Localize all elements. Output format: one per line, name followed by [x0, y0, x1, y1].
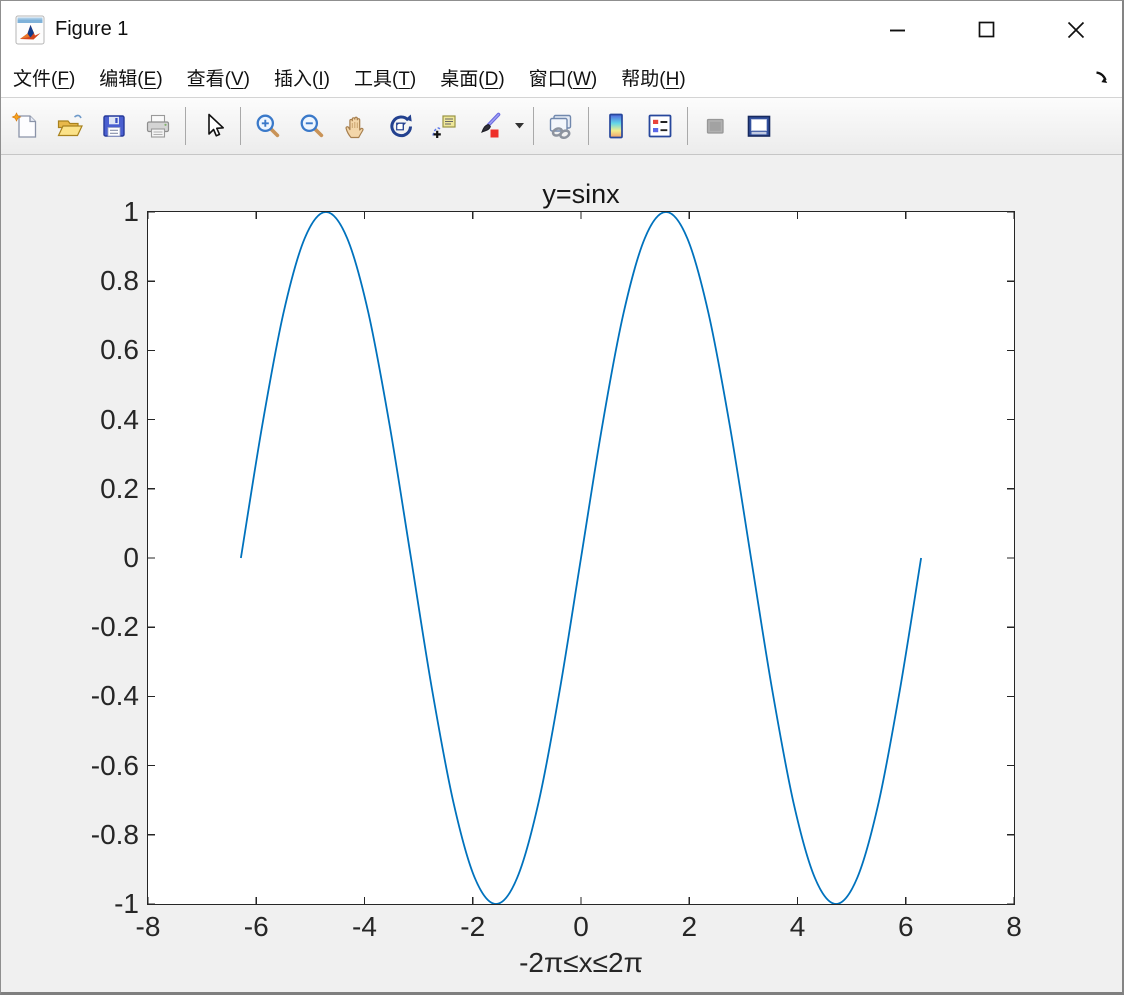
edit-plot-button[interactable] [191, 104, 235, 148]
y-tick-label: -0.8 [90, 818, 139, 850]
link-icon [549, 114, 572, 139]
y-tick-label: 0 [123, 542, 139, 573]
figure-window: Figure 1 文件(F) 编辑(E) 查看(V) 插入(I) 工具(T) 桌面(D) 窗… [0, 0, 1124, 995]
y-tick-label: 0.6 [100, 334, 139, 366]
menu-item-view[interactable]: 查看(V) [175, 61, 262, 94]
insert-colorbar-button[interactable] [594, 104, 638, 148]
zoom-out-icon [300, 114, 324, 138]
toolbar-separator [687, 107, 688, 145]
rotate-3d-icon [390, 114, 412, 138]
window-controls [853, 1, 1120, 58]
x-tick-label: -4 [352, 911, 377, 942]
hide-plot-tools-button[interactable] [693, 104, 737, 148]
zoom-in-button[interactable] [246, 104, 290, 148]
brush-data-button[interactable] [466, 104, 510, 148]
matlab-logo-icon [15, 15, 45, 44]
y-tick-label: 1 [123, 196, 139, 227]
x-tick-label: 0 [573, 911, 589, 942]
save-icon [103, 115, 125, 137]
sine-plot [148, 212, 1014, 904]
menu-items: 文件(F) 编辑(E) 查看(V) 插入(I) 工具(T) 桌面(D) 窗口(W) 帮助(H) [1, 61, 698, 94]
close-icon [1067, 21, 1084, 38]
data-cursor-button[interactable] [422, 104, 466, 148]
figure-canvas: y=sinx -1 -0.8 -0.6 -0.4 -0.2 0 0.2 0.4 0.6 0.8 1 … [1, 155, 1122, 992]
sine-curve [240, 212, 922, 904]
toolbar-separator [240, 107, 241, 145]
maximize-button[interactable] [942, 1, 1031, 58]
window-title: Figure 1 [55, 18, 129, 40]
y-tick-label: 0.2 [100, 472, 139, 504]
x-tick-label: -2 [460, 911, 486, 942]
menu-item-tools[interactable]: 工具(T) [342, 61, 428, 94]
zoom-in-icon [256, 114, 280, 138]
y-tick-label: 0.8 [100, 265, 139, 297]
save-figure-button[interactable] [92, 104, 136, 148]
open-file-button[interactable] [48, 104, 92, 148]
menu-item-window[interactable]: 窗口(W) [517, 61, 610, 94]
data-cursor-icon [432, 115, 456, 138]
menubar: 文件(F) 编辑(E) 查看(V) 插入(I) 工具(T) 桌面(D) 窗口(W) 帮助(H) [1, 58, 1122, 98]
x-axis-label: -2π≤x≤2π [519, 947, 643, 978]
hand-icon [345, 116, 364, 139]
brush-icon [481, 112, 501, 138]
toolbar-separator [185, 107, 186, 145]
x-tick-label: -8 [135, 911, 161, 942]
menu-item-file[interactable]: 文件(F) [1, 61, 87, 94]
new-file-icon [11, 112, 37, 138]
brush-dropdown-button[interactable] [510, 104, 528, 148]
hide-plot-tools-icon [706, 118, 724, 134]
minimize-icon [889, 29, 905, 31]
y-tick-label: -1 [114, 888, 139, 919]
new-figure-button[interactable] [4, 104, 48, 148]
printer-icon [146, 114, 170, 138]
colorbar-icon [609, 113, 623, 139]
x-tick-label: 6 [897, 911, 914, 942]
show-plot-tools-icon [747, 115, 771, 137]
pan-button[interactable] [334, 104, 378, 148]
minimize-button[interactable] [853, 1, 942, 58]
plot-title: y=sinx [542, 179, 620, 209]
rotate-3d-button[interactable] [378, 104, 422, 148]
y-tick-label: -0.2 [90, 611, 139, 643]
link-plot-button[interactable] [539, 104, 583, 148]
insert-legend-button[interactable] [638, 104, 682, 148]
menu-item-insert[interactable]: 插入(I) [262, 61, 342, 94]
zoom-out-button[interactable] [290, 104, 334, 148]
x-tick-label: -6 [243, 911, 269, 942]
caret-down-icon [514, 123, 524, 129]
dock-figure-icon [1096, 71, 1108, 83]
close-button[interactable] [1031, 1, 1120, 58]
open-folder-icon [57, 114, 83, 137]
titlebar[interactable]: Figure 1 [1, 1, 1122, 58]
y-tick-label: -0.6 [90, 749, 139, 781]
x-tick-label: 2 [681, 911, 698, 942]
y-tick-label: 0.4 [100, 403, 139, 435]
legend-icon [648, 114, 672, 138]
toolbar [1, 98, 1122, 155]
menu-item-help[interactable]: 帮助(H) [609, 61, 697, 94]
x-tick-label: 8 [1006, 911, 1022, 942]
y-tick-label: -0.4 [90, 680, 139, 712]
toolbar-separator [533, 107, 534, 145]
menu-item-desktop[interactable]: 桌面(D) [428, 61, 516, 94]
pointer-icon [208, 113, 224, 137]
toolbar-separator [588, 107, 589, 145]
maximize-icon [978, 21, 994, 37]
axes-plot-area[interactable] [147, 211, 1015, 905]
menu-item-edit[interactable]: 编辑(E) [87, 61, 174, 94]
show-plot-tools-button[interactable] [737, 104, 781, 148]
dock-figure-button[interactable] [1093, 68, 1112, 87]
x-tick-label: 4 [789, 911, 806, 942]
print-button[interactable] [136, 104, 180, 148]
